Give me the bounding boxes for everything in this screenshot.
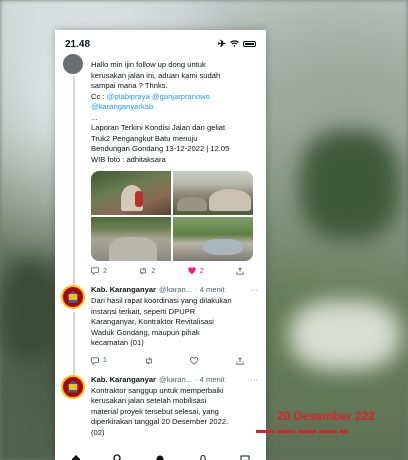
tweet-line: (02) — [91, 427, 105, 437]
tweet-line: Waduk Gondang, maupun pihak — [91, 327, 200, 337]
battery-icon — [243, 41, 256, 47]
retweet-button[interactable] — [145, 357, 153, 365]
more-options-icon[interactable]: ··· — [250, 285, 258, 294]
author-name[interactable]: Kab. Karanganyar — [91, 375, 156, 384]
author-handle[interactable]: @karan... — [159, 285, 192, 294]
tweet-line: diperkirakan tanggal 20 Desember 2022. — [91, 417, 229, 426]
tweet-actions: 2 2 2 — [91, 263, 258, 279]
avatar[interactable] — [61, 52, 85, 76]
tweet-line: instansi terkait, seperti DPUPR — [91, 306, 196, 316]
tweet-time: · 4 menit — [195, 285, 225, 294]
notifications-icon[interactable] — [198, 454, 208, 460]
share-button[interactable] — [236, 356, 244, 365]
spaces-icon[interactable] — [155, 454, 165, 460]
phone-screen: 21.48 ✈ Hallo min ijin follow up dong un… — [55, 30, 266, 460]
bottom-nav — [55, 448, 266, 460]
reply-button[interactable]: 1 — [91, 356, 107, 365]
tweet-line: kerusakan jalan setelah mobilisasi — [91, 396, 207, 405]
tweet-line: Truk2 Pengangkut Batu menuju — [91, 133, 198, 143]
photo-road-puddle[interactable] — [173, 217, 253, 261]
retweet-icon — [140, 267, 147, 275]
tweet-line: sampai mana ? Thnks. — [91, 81, 168, 90]
tweet-header: Kab. Karanganyar @karan... · 4 menit ··· — [91, 285, 258, 294]
photo-truck[interactable] — [91, 171, 171, 215]
tweet-line: material proyek tersebut selesai, yang — [91, 406, 219, 416]
photo-rock-pile[interactable] — [173, 171, 253, 215]
tweet-line: Kontraktor sanggup untuk memperbaiki — [91, 385, 224, 395]
tweet-line: kecamatan (01) — [91, 338, 144, 347]
like-count: 2 — [199, 267, 204, 275]
home-icon[interactable] — [71, 454, 81, 460]
airplane-mode-icon: ✈ — [217, 38, 226, 50]
tweet-line: WIB foto : adhitaksara — [91, 154, 166, 164]
heart-filled-icon — [188, 267, 196, 275]
status-time: 21.48 — [65, 38, 91, 50]
tweet-kab-reply-01[interactable]: Kab. Karanganyar @karan... · 4 menit ···… — [55, 285, 266, 369]
like-button[interactable] — [190, 356, 199, 365]
tweet-line: Bendungan Gondang 13-12-2022 | 12.05 — [91, 144, 230, 153]
status-icons: ✈ — [218, 39, 256, 50]
tweet-text: Hallo min ijin follow up dong untuk keru… — [91, 60, 258, 165]
cc-label: Cc : — [91, 91, 107, 101]
share-button[interactable] — [236, 267, 244, 275]
tweet-line: Karanganyar, Kontraktor Revitalisasi — [91, 317, 214, 326]
reply-count: 1 — [103, 357, 107, 364]
share-icon — [236, 267, 244, 275]
tweet-header: Kab. Karanganyar @karan... · 4 menit ··· — [91, 375, 258, 384]
retweet-count: 2 — [151, 267, 156, 275]
tweet-line: Hallo min ijin follow up dong untuk — [91, 60, 206, 69]
mention-link[interactable]: @ganjarpranowo — [152, 92, 210, 101]
reply-icon — [91, 267, 99, 275]
date-overlay-caption: 20 Desember 222 — [277, 409, 376, 423]
avatar[interactable] — [61, 374, 85, 399]
tweet-line: Dari hasil rapat koordinasi yang dilakuk… — [91, 296, 232, 305]
media-grid[interactable] — [91, 171, 253, 261]
author-name[interactable]: Kab. Karanganyar — [91, 285, 156, 294]
tweet-actions: 1 — [91, 353, 258, 369]
mention-link[interactable]: @karanganyarkab — [91, 102, 258, 113]
tweet-line: kerusakan jalan ini, aduan kami sudah — [91, 70, 221, 80]
mention-link[interactable]: @ptabipraya — [107, 92, 150, 101]
retweet-button[interactable]: 2 — [139, 267, 155, 275]
dashed-underline — [256, 430, 348, 433]
reply-icon — [91, 356, 99, 365]
tweet-line: Laporan Terkini Kondisi Jalan dan geliat — [91, 123, 226, 132]
photo-damaged-road[interactable] — [91, 217, 171, 261]
retweet-icon — [145, 357, 152, 364]
tweet-kab-reply-02[interactable]: Kab. Karanganyar @karan... · 4 menit ···… — [55, 374, 266, 439]
like-button[interactable]: 2 — [188, 267, 204, 275]
search-icon[interactable] — [113, 454, 123, 460]
messages-icon[interactable] — [240, 454, 250, 460]
heart-icon — [190, 356, 199, 365]
tweet-user-complaint[interactable]: Hallo min ijin follow up dong untuk keru… — [55, 52, 266, 279]
wifi-icon — [230, 39, 239, 50]
tweet-text: Kontraktor sanggup untuk memperbaiki ker… — [91, 386, 258, 439]
avatar[interactable] — [61, 285, 85, 309]
ellipsis: ... — [91, 112, 98, 122]
tweet-text: Dari hasil rapat koordinasi yang dilakuk… — [91, 296, 258, 349]
status-bar: 21.48 ✈ — [55, 30, 266, 58]
tweet-time: · 4 menit — [195, 374, 225, 384]
share-icon — [236, 356, 244, 365]
author-handle[interactable]: @karan... — [159, 375, 192, 384]
cc-line: Cc : @ptabipraya @ganjarpranowo — [91, 92, 258, 103]
reply-count: 2 — [103, 267, 107, 275]
more-options-icon[interactable]: ··· — [250, 375, 258, 384]
reply-button[interactable]: 2 — [91, 267, 107, 275]
